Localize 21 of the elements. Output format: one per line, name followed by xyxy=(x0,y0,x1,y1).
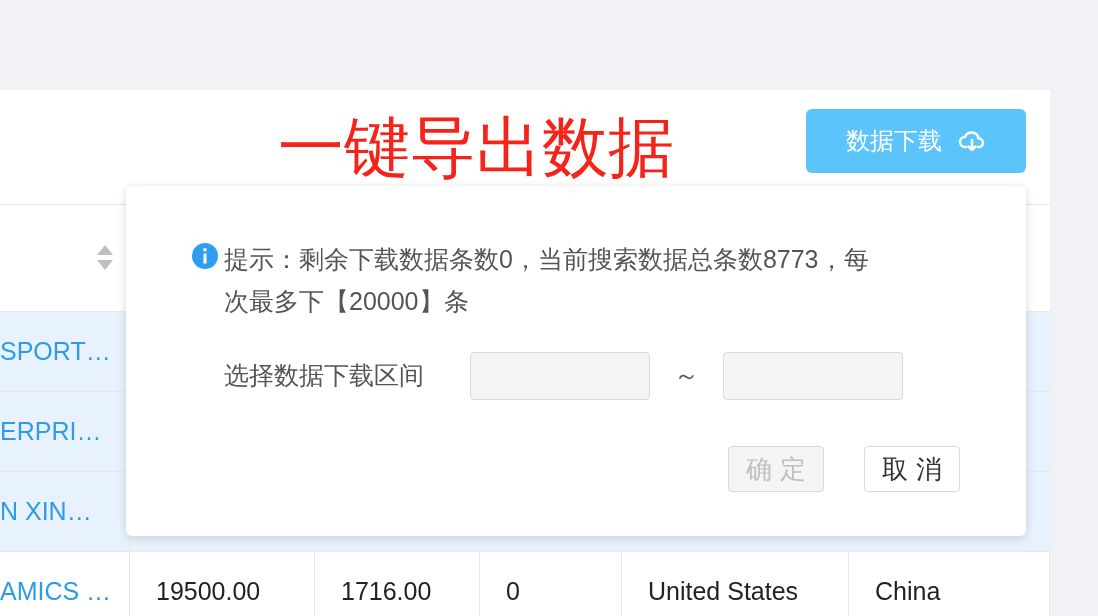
table-cell-text: 19500.00 xyxy=(156,575,261,607)
range-start-field[interactable] xyxy=(470,352,650,400)
annotation-text: 一键导出数据 xyxy=(278,114,674,180)
range-label: 选择数据下载区间 xyxy=(224,360,425,392)
cancel-button[interactable]: 取 消 xyxy=(864,446,960,492)
info-icon xyxy=(192,243,218,269)
table-row[interactable]: AMICS … 19500.00 1716.00 0 United States China xyxy=(0,552,1050,616)
table-cell-text: China xyxy=(875,575,941,607)
company-link[interactable]: SPORT… xyxy=(0,332,111,371)
table-cell-text: United States xyxy=(648,575,799,607)
table-cell-text: 1716.00 xyxy=(341,575,432,607)
cloud-download-icon xyxy=(958,129,986,153)
company-link[interactable]: AMICS … xyxy=(0,572,112,611)
sort-icon[interactable] xyxy=(97,245,113,271)
download-button[interactable]: 数据下载 xyxy=(806,109,1026,173)
range-end-field[interactable] xyxy=(723,352,903,400)
range-separator: ～ xyxy=(674,360,699,392)
company-link[interactable]: N XIN… xyxy=(0,492,92,531)
company-link[interactable]: ERPRI… xyxy=(0,412,102,451)
table-cell-text: 0 xyxy=(506,575,520,607)
notice-text: 提示：剩余下载数据条数0，当前搜索数据总条数8773，每次最多下【20000】条 xyxy=(224,244,870,317)
